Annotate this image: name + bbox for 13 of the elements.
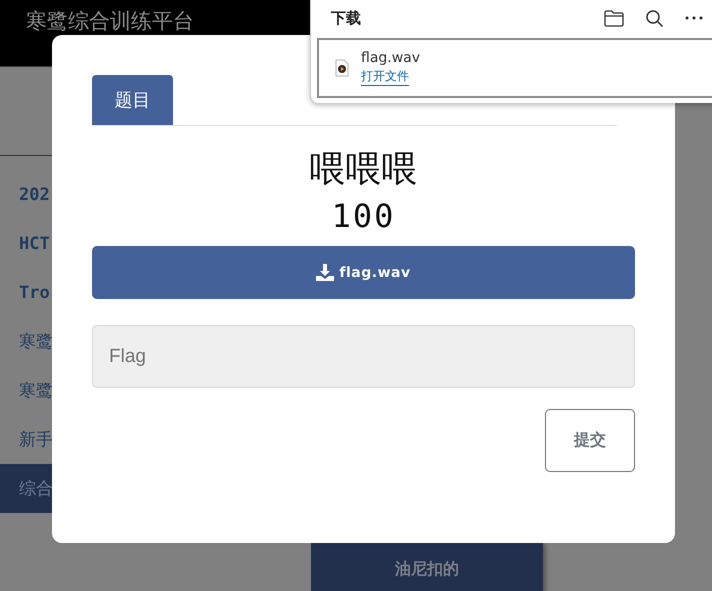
submit-button[interactable]: 提交 [545,409,635,472]
site-title: 寒鹭综合训练平台 [26,9,194,33]
open-file-link[interactable]: 打开文件 [361,68,409,86]
file-name: flag.wav [361,50,420,66]
challenge-title: 喂喂喂 [308,148,418,192]
flag-field[interactable]: Flag [92,325,635,388]
download-button[interactable]: flag.wav [92,246,635,299]
user-card[interactable]: 油尼扣的 [311,543,543,591]
panel-title: 下载 [331,8,362,28]
audio-file-icon [335,59,349,77]
challenge-points: 100 [330,196,396,236]
download-icon [316,264,334,281]
tab[interactable]: 题目 [92,75,173,125]
